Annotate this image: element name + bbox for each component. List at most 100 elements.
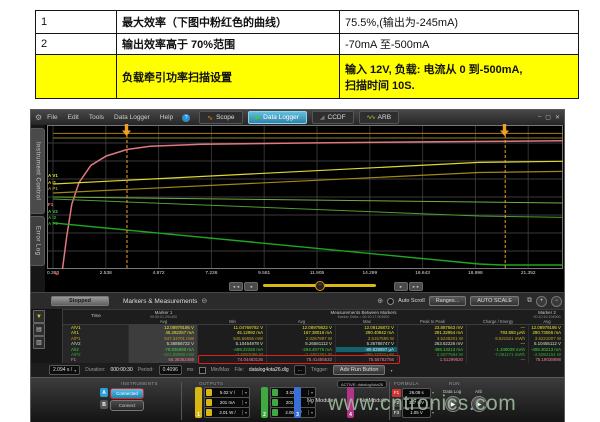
timebase-select[interactable]: 2.094 s / ▾ [49, 365, 80, 375]
auto-scroll-label: Auto Scroll [398, 298, 425, 304]
marker-1-arrow[interactable] [122, 124, 131, 136]
auto-scale-button[interactable]: AUTO SCALE [470, 296, 519, 306]
output-toggle[interactable] [272, 399, 278, 406]
output-toggle[interactable] [272, 389, 278, 396]
chevron-down-icon[interactable]: ▾ [308, 410, 315, 415]
scroll-right-button[interactable]: ► [394, 282, 408, 291]
gear-icon[interactable]: ⚙ [35, 113, 42, 122]
menu-tools[interactable]: Tools [89, 114, 104, 121]
connect-button[interactable]: Connect [110, 400, 144, 411]
marker-2-arrow[interactable] [500, 124, 509, 136]
menu-edit[interactable]: Edit [68, 114, 79, 121]
scroll-right-fast-button[interactable]: ►► [409, 282, 423, 291]
tab-data-logger[interactable]: ▶ Data Logger [248, 111, 307, 124]
window-controls: – ▢ ✕ [538, 114, 560, 121]
module-1-power[interactable]: 2.01 W / ▾ [204, 407, 250, 418]
browse-button[interactable]: ... [294, 365, 306, 375]
sidebar-tab-instrument-control[interactable]: Instrument Control [31, 128, 45, 214]
row-number [36, 55, 117, 99]
trigger-select[interactable]: Adv Run Button [333, 365, 386, 375]
tab-ccdf[interactable]: ◢ CCDF [312, 111, 354, 124]
close-button[interactable]: ✕ [555, 114, 560, 121]
row-number: 2 [36, 34, 117, 55]
minimize-button[interactable]: – [538, 114, 541, 121]
trace-label-f1: F1 [48, 202, 53, 207]
play-icon: ▶ [256, 114, 261, 121]
row-value: 75.5%,(输出为-245mA) [340, 11, 579, 34]
power-value: 2.01 W / [213, 410, 242, 415]
filter-funnel-icon[interactable]: ▼ [33, 310, 45, 323]
output-toggle[interactable] [206, 409, 212, 416]
x-tick-label: 18.998 [468, 271, 483, 276]
col-min: Min [198, 319, 267, 324]
trace-label-p2: A P2 [48, 221, 58, 226]
tab-label: ARB [378, 114, 391, 121]
watermark: www.cntronics.com [328, 392, 516, 416]
globe-icon[interactable]: ⊕ [377, 297, 383, 305]
maximize-button[interactable]: ▢ [545, 114, 551, 121]
outputs-label: OUTPUTS [199, 381, 223, 386]
menu-help[interactable]: Help [160, 114, 173, 121]
col-charge-energy: Charge / Energy [467, 319, 529, 324]
table-row-highlighted: 负载牵引功率扫描设置 输入 12V, 负载: 电流从 0 到-500mA, 扫描… [36, 55, 579, 99]
collapse-icon[interactable]: ⊖ [201, 297, 207, 305]
charge-energy-value: — [467, 357, 529, 362]
module-2-power[interactable]: 2.05 W / ▾ [270, 407, 316, 418]
split-view-icon[interactable]: ▥ [33, 336, 45, 349]
tab-label: CCDF [328, 114, 346, 121]
chevron-down-icon[interactable]: ▾ [242, 390, 249, 395]
trace-label-v2: A V2 [48, 209, 58, 214]
row-desc: 输出效率高于 70%范围 [117, 34, 340, 55]
chevron-down-icon[interactable]: ▾ [390, 368, 392, 373]
help-icon[interactable]: ? [182, 114, 190, 122]
stopped-button[interactable]: Stopped [51, 296, 109, 306]
sidebar-tab-error-log[interactable]: Error Log [31, 216, 45, 266]
x-tick-label: 16.643 [415, 271, 430, 276]
col-avg2: Avg [267, 319, 336, 324]
col-peak-to-peak: Peak to Peak [398, 319, 467, 324]
output-toggle[interactable] [206, 389, 212, 396]
zoom-out-icon[interactable]: − [551, 296, 562, 307]
current-value: 201 mA [213, 400, 242, 405]
m2-value: 75.19038898 [529, 357, 565, 362]
module-number: 2 [263, 412, 266, 418]
menu-data-logger[interactable]: Data Logger [114, 114, 150, 121]
zoom-in-icon[interactable]: + [536, 296, 547, 307]
formula-label: FORMULA [394, 381, 419, 386]
screenshot-icon[interactable]: ⧉ [527, 297, 532, 305]
chevron-down-icon[interactable]: ▾ [242, 400, 249, 405]
minmax-checkbox[interactable] [199, 367, 206, 374]
x-tick-label: 4.872 [153, 271, 165, 276]
connected-button[interactable]: Connected [110, 388, 144, 399]
row-number: 1 [36, 11, 117, 34]
chart-scrollbar: ◄◄ ◄ – ► ►► [45, 281, 564, 291]
duration-label: Duration: [85, 367, 105, 373]
menu-file[interactable]: File [47, 114, 57, 121]
logger-settings-row: 2.094 s / ▾ Duration: 000:00:30 Period: … [31, 363, 564, 377]
chart-status-row: Stopped Markers & Measurements ⊖ ⊕ Auto … [31, 292, 564, 310]
instrument-b-chip: B [100, 400, 108, 409]
scroll-left-fast-button[interactable]: ◄◄ [229, 282, 243, 291]
module-1-bar: 1 [195, 387, 202, 418]
duration-value: 000:00:30 [111, 367, 133, 373]
row-value-line1: 输入 12V, 负载: 电流从 0 到-500mA, [345, 61, 573, 77]
sine-wave-icon: ∿ [207, 114, 213, 122]
chevron-down-icon[interactable]: ▾ [308, 390, 315, 395]
col-avg3: Avg [529, 319, 565, 324]
scrollbar-handle[interactable]: – [315, 281, 325, 291]
col-avg: Avg [129, 319, 198, 324]
ranges-button[interactable]: Ranges... [429, 296, 467, 306]
datalogger-chart[interactable] [47, 125, 563, 269]
table-view-icon[interactable]: ▤ [33, 323, 45, 336]
output-toggle[interactable] [206, 399, 212, 406]
trace-label-v1: A V1 [48, 173, 58, 178]
auto-scroll-radio[interactable] [387, 298, 394, 305]
tab-scope[interactable]: ∿ Scope [199, 111, 242, 124]
scroll-left-button[interactable]: ◄ [244, 282, 258, 291]
period-input[interactable]: 0.4096 [159, 365, 182, 375]
output-toggle[interactable] [272, 409, 278, 416]
tab-arb[interactable]: ∿∿ ARB [359, 111, 399, 124]
chevron-down-icon[interactable]: ▾ [242, 410, 249, 415]
efficiency-highlight-box [198, 355, 400, 364]
instrument-a-chip: A [100, 388, 108, 397]
